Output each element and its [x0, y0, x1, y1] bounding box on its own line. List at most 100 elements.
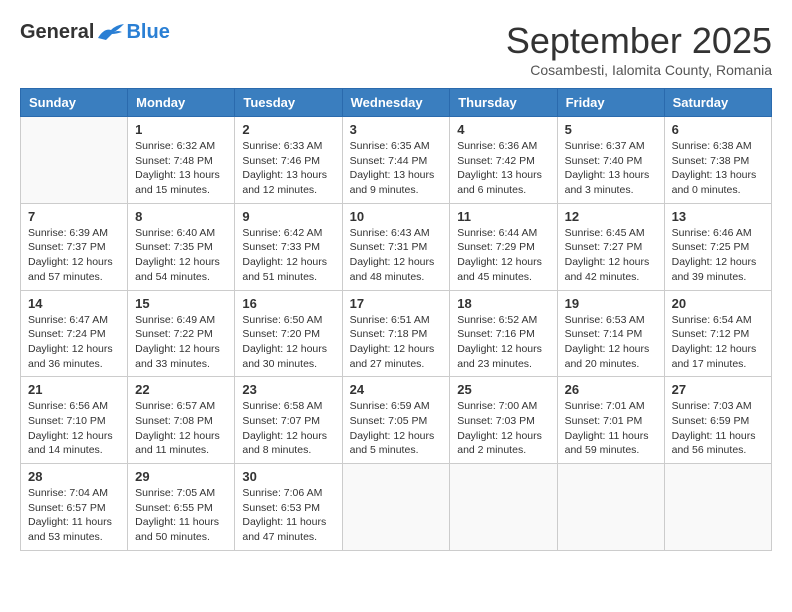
weekday-header-tuesday: Tuesday [235, 89, 342, 117]
day-info: Sunrise: 6:51 AMSunset: 7:18 PMDaylight:… [350, 313, 443, 372]
day-number: 17 [350, 296, 443, 311]
day-info: Sunrise: 7:04 AMSunset: 6:57 PMDaylight:… [28, 486, 120, 545]
calendar-table: SundayMondayTuesdayWednesdayThursdayFrid… [20, 88, 772, 551]
day-number: 24 [350, 382, 443, 397]
day-number: 26 [565, 382, 657, 397]
day-info: Sunrise: 6:59 AMSunset: 7:05 PMDaylight:… [350, 399, 443, 458]
day-number: 28 [28, 469, 120, 484]
day-info: Sunrise: 6:38 AMSunset: 7:38 PMDaylight:… [672, 139, 764, 198]
calendar-cell: 1 Sunrise: 6:32 AMSunset: 7:48 PMDaylight… [128, 117, 235, 204]
calendar-cell: 6 Sunrise: 6:38 AMSunset: 7:38 PMDaylight… [664, 117, 771, 204]
calendar-cell [664, 464, 771, 551]
day-info: Sunrise: 6:47 AMSunset: 7:24 PMDaylight:… [28, 313, 120, 372]
day-info: Sunrise: 6:58 AMSunset: 7:07 PMDaylight:… [242, 399, 334, 458]
logo-blue-text: Blue [126, 21, 169, 44]
day-number: 13 [672, 209, 764, 224]
day-number: 3 [350, 122, 443, 137]
day-number: 30 [242, 469, 334, 484]
day-info: Sunrise: 6:35 AMSunset: 7:44 PMDaylight:… [350, 139, 443, 198]
calendar-cell: 17 Sunrise: 6:51 AMSunset: 7:18 PMDayligh… [342, 290, 450, 377]
calendar-cell: 9 Sunrise: 6:42 AMSunset: 7:33 PMDaylight… [235, 203, 342, 290]
day-info: Sunrise: 6:46 AMSunset: 7:25 PMDaylight:… [672, 226, 764, 285]
day-info: Sunrise: 7:05 AMSunset: 6:55 PMDaylight:… [135, 486, 227, 545]
day-number: 14 [28, 296, 120, 311]
page-header: General Blue September 2025 Cosambesti, … [20, 20, 772, 78]
week-row-5: 28 Sunrise: 7:04 AMSunset: 6:57 PMDayligh… [21, 464, 772, 551]
weekday-header-sunday: Sunday [21, 89, 128, 117]
day-info: Sunrise: 7:00 AMSunset: 7:03 PMDaylight:… [457, 399, 549, 458]
calendar-cell: 26 Sunrise: 7:01 AMSunset: 7:01 PMDayligh… [557, 377, 664, 464]
day-number: 29 [135, 469, 227, 484]
calendar-cell [342, 464, 450, 551]
day-info: Sunrise: 6:50 AMSunset: 7:20 PMDaylight:… [242, 313, 334, 372]
day-number: 12 [565, 209, 657, 224]
calendar-cell: 19 Sunrise: 6:53 AMSunset: 7:14 PMDayligh… [557, 290, 664, 377]
day-number: 18 [457, 296, 549, 311]
day-number: 7 [28, 209, 120, 224]
calendar-cell: 14 Sunrise: 6:47 AMSunset: 7:24 PMDayligh… [21, 290, 128, 377]
day-info: Sunrise: 6:42 AMSunset: 7:33 PMDaylight:… [242, 226, 334, 285]
calendar-cell: 12 Sunrise: 6:45 AMSunset: 7:27 PMDayligh… [557, 203, 664, 290]
month-title: September 2025 [506, 20, 772, 62]
day-number: 25 [457, 382, 549, 397]
calendar-cell: 21 Sunrise: 6:56 AMSunset: 7:10 PMDayligh… [21, 377, 128, 464]
day-info: Sunrise: 6:53 AMSunset: 7:14 PMDaylight:… [565, 313, 657, 372]
day-info: Sunrise: 7:06 AMSunset: 6:53 PMDaylight:… [242, 486, 334, 545]
calendar-cell: 25 Sunrise: 7:00 AMSunset: 7:03 PMDayligh… [450, 377, 557, 464]
calendar-cell: 29 Sunrise: 7:05 AMSunset: 6:55 PMDayligh… [128, 464, 235, 551]
day-info: Sunrise: 6:37 AMSunset: 7:40 PMDaylight:… [565, 139, 657, 198]
day-info: Sunrise: 6:33 AMSunset: 7:46 PMDaylight:… [242, 139, 334, 198]
day-info: Sunrise: 6:56 AMSunset: 7:10 PMDaylight:… [28, 399, 120, 458]
day-info: Sunrise: 6:45 AMSunset: 7:27 PMDaylight:… [565, 226, 657, 285]
weekday-header-monday: Monday [128, 89, 235, 117]
day-info: Sunrise: 6:57 AMSunset: 7:08 PMDaylight:… [135, 399, 227, 458]
day-info: Sunrise: 6:54 AMSunset: 7:12 PMDaylight:… [672, 313, 764, 372]
weekday-header-thursday: Thursday [450, 89, 557, 117]
week-row-4: 21 Sunrise: 6:56 AMSunset: 7:10 PMDayligh… [21, 377, 772, 464]
day-number: 10 [350, 209, 443, 224]
day-number: 23 [242, 382, 334, 397]
calendar-cell: 16Sunrise: 6:50 AMSunset: 7:20 PMDayligh… [235, 290, 342, 377]
calendar-cell: 8Sunrise: 6:40 AMSunset: 7:35 PMDaylight… [128, 203, 235, 290]
day-number: 15 [135, 296, 227, 311]
day-info: Sunrise: 7:01 AMSunset: 7:01 PMDaylight:… [565, 399, 657, 458]
week-row-2: 7Sunrise: 6:39 AMSunset: 7:37 PMDaylight… [21, 203, 772, 290]
logo: General Blue [20, 20, 170, 44]
day-number: 5 [565, 122, 657, 137]
calendar-cell [450, 464, 557, 551]
day-number: 11 [457, 209, 549, 224]
logo-bird-icon [96, 20, 126, 44]
calendar-cell: 24 Sunrise: 6:59 AMSunset: 7:05 PMDayligh… [342, 377, 450, 464]
calendar-cell: 13 Sunrise: 6:46 AMSunset: 7:25 PMDayligh… [664, 203, 771, 290]
location-subtitle: Cosambesti, Ialomita County, Romania [506, 62, 772, 78]
day-info: Sunrise: 6:36 AMSunset: 7:42 PMDaylight:… [457, 139, 549, 198]
calendar-cell: 28 Sunrise: 7:04 AMSunset: 6:57 PMDayligh… [21, 464, 128, 551]
week-row-1: 1 Sunrise: 6:32 AMSunset: 7:48 PMDaylight… [21, 117, 772, 204]
day-number: 19 [565, 296, 657, 311]
day-info: Sunrise: 6:52 AMSunset: 7:16 PMDaylight:… [457, 313, 549, 372]
day-info: Sunrise: 6:49 AMSunset: 7:22 PMDaylight:… [135, 313, 227, 372]
weekday-header-row: SundayMondayTuesdayWednesdayThursdayFrid… [21, 89, 772, 117]
day-number: 8 [135, 209, 227, 224]
day-number: 6 [672, 122, 764, 137]
calendar-cell: 2 Sunrise: 6:33 AMSunset: 7:46 PMDaylight… [235, 117, 342, 204]
calendar-cell: 7Sunrise: 6:39 AMSunset: 7:37 PMDaylight… [21, 203, 128, 290]
calendar-cell: 30 Sunrise: 7:06 AMSunset: 6:53 PMDayligh… [235, 464, 342, 551]
day-number: 2 [242, 122, 334, 137]
day-info: Sunrise: 7:03 AMSunset: 6:59 PMDaylight:… [672, 399, 764, 458]
day-number: 21 [28, 382, 120, 397]
day-info: Sunrise: 6:44 AMSunset: 7:29 PMDaylight:… [457, 226, 549, 285]
day-info: Sunrise: 6:32 AMSunset: 7:48 PMDaylight:… [135, 139, 227, 198]
day-number: 1 [135, 122, 227, 137]
weekday-header-saturday: Saturday [664, 89, 771, 117]
calendar-cell: 11 Sunrise: 6:44 AMSunset: 7:29 PMDayligh… [450, 203, 557, 290]
calendar-cell: 27 Sunrise: 7:03 AMSunset: 6:59 PMDayligh… [664, 377, 771, 464]
calendar-cell: 20Sunrise: 6:54 AMSunset: 7:12 PMDayligh… [664, 290, 771, 377]
calendar-cell [21, 117, 128, 204]
day-number: 22 [135, 382, 227, 397]
week-row-3: 14 Sunrise: 6:47 AMSunset: 7:24 PMDayligh… [21, 290, 772, 377]
day-number: 27 [672, 382, 764, 397]
calendar-cell: 18 Sunrise: 6:52 AMSunset: 7:16 PMDayligh… [450, 290, 557, 377]
day-number: 9 [242, 209, 334, 224]
calendar-cell: 4Sunrise: 6:36 AMSunset: 7:42 PMDaylight… [450, 117, 557, 204]
